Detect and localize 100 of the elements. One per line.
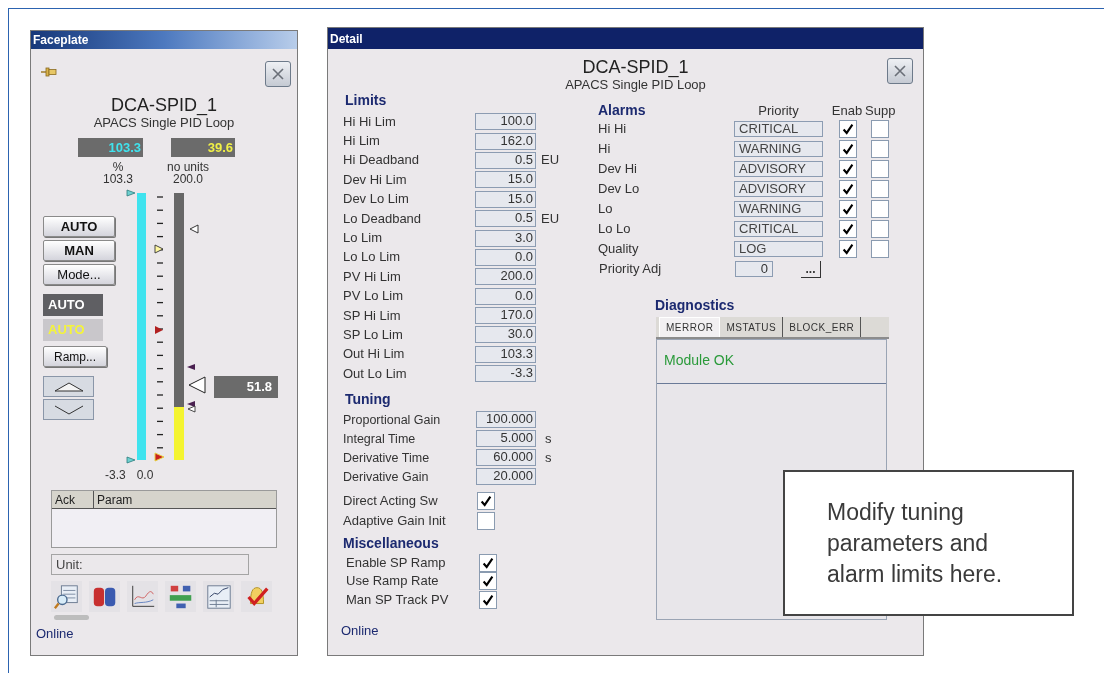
ramp-button[interactable]: Ramp... <box>43 346 107 367</box>
value-field[interactable]: 0.0 <box>475 248 536 266</box>
checkbox[interactable] <box>479 553 497 572</box>
priority-field[interactable]: ADVISORY <box>734 181 823 197</box>
checkbox[interactable] <box>479 590 497 609</box>
value-field[interactable]: 5.000 <box>476 430 536 448</box>
checkbox[interactable] <box>871 220 889 238</box>
mode-button[interactable]: MAN <box>43 240 115 261</box>
scale-min: -3.3 <box>105 468 126 482</box>
value-field[interactable]: 200.0 <box>475 268 536 286</box>
value-field[interactable]: 15.0 <box>475 190 536 208</box>
section-heading: Miscellaneous <box>343 534 440 553</box>
value-field[interactable]: 103.3 <box>475 345 536 363</box>
status-text: Online <box>36 626 75 642</box>
checkbox[interactable] <box>839 200 857 218</box>
column-header[interactable]: Ack <box>52 491 94 508</box>
checkbox[interactable] <box>871 240 889 258</box>
checkbox[interactable] <box>479 572 497 591</box>
checkbox[interactable] <box>839 120 857 138</box>
checkbox[interactable] <box>839 180 857 198</box>
value-field[interactable]: 170.0 <box>475 307 536 325</box>
units-label: % <box>112 161 124 173</box>
field-label: Hi <box>598 140 612 159</box>
checkbox[interactable] <box>839 160 857 178</box>
priority-field[interactable]: WARNING <box>734 141 823 157</box>
field-label: Dev Lo Lim <box>343 191 410 208</box>
tanks-icon[interactable] <box>89 581 120 612</box>
close-icon <box>270 66 286 82</box>
field-label: Lo Lo Lim <box>343 249 402 266</box>
value-field[interactable]: 30.0 <box>475 326 536 344</box>
value-field[interactable]: 3.0 <box>475 229 536 247</box>
field-label: Out Hi Lim <box>343 346 406 363</box>
scrollbar-thumb[interactable] <box>54 615 89 620</box>
checkbox[interactable] <box>871 140 889 158</box>
mode-button[interactable]: AUTO <box>43 216 115 237</box>
callout-text: Modify tuning parameters and alarm limits here. <box>827 497 1004 589</box>
checkbox[interactable] <box>871 200 889 218</box>
priority-field[interactable]: ADVISORY <box>734 161 823 177</box>
checkbox[interactable] <box>839 240 857 258</box>
field-label: Quality <box>598 240 640 259</box>
value-field[interactable]: -3.3 <box>475 365 536 383</box>
tab[interactable]: MERROR <box>659 317 721 337</box>
value-field[interactable]: 100.0 <box>475 113 536 131</box>
tag-name: DCA-SPID_1 <box>110 95 218 115</box>
field-label: SP Hi Lim <box>343 307 402 324</box>
checkbox[interactable] <box>871 180 889 198</box>
value-field[interactable]: 15.0 <box>475 171 536 189</box>
raise-button[interactable] <box>43 376 94 397</box>
lower-button[interactable] <box>43 399 94 420</box>
scale-max: 200.0 <box>173 173 203 185</box>
pin-icon[interactable] <box>41 67 57 77</box>
field-label: Hi Hi Lim <box>343 113 397 130</box>
setpoint-value: 51.8 <box>214 376 278 398</box>
value-field[interactable]: 0 <box>735 261 773 277</box>
bell-check-icon[interactable] <box>241 581 272 612</box>
column-header: Enab <box>830 103 864 119</box>
column-header[interactable]: Param <box>94 491 276 508</box>
value-field[interactable]: 162.0 <box>475 132 536 150</box>
value-field[interactable]: 0.5 <box>475 151 536 169</box>
browse-button[interactable]: ... <box>801 260 821 278</box>
value-field[interactable]: 100.000 <box>476 411 536 429</box>
field-label: Direct Acting Sw <box>343 492 439 511</box>
close-button[interactable] <box>265 61 291 87</box>
field-label: Priority Adj <box>598 260 663 279</box>
checkbox[interactable] <box>839 220 857 238</box>
unit-label: EU <box>541 152 560 169</box>
field-label: Dev Hi <box>598 160 638 179</box>
priority-field[interactable]: LOG <box>734 241 823 257</box>
chart-table-icon[interactable] <box>203 581 234 612</box>
field-label: Dev Hi Lim <box>343 171 408 188</box>
checkbox[interactable] <box>871 120 889 138</box>
value-field[interactable]: 20.000 <box>476 468 536 486</box>
priority-field[interactable]: CRITICAL <box>734 221 823 237</box>
value-field[interactable]: 0.0 <box>475 287 536 305</box>
value-field[interactable]: 60.000 <box>476 449 536 467</box>
priority-field[interactable]: CRITICAL <box>734 121 823 137</box>
section-heading: Tuning <box>345 390 392 409</box>
unit-label: EU <box>541 210 560 227</box>
field-label: Man SP Track PV <box>345 590 450 609</box>
down-chevron-icon <box>53 404 84 415</box>
checkbox[interactable] <box>477 511 495 530</box>
description: APACS Single PID Loop <box>92 115 236 131</box>
value-field[interactable]: 0.5 <box>475 210 536 228</box>
unit-label: s <box>545 449 552 466</box>
section-heading: Diagnostics <box>655 296 736 314</box>
unit-field: Unit: <box>51 554 249 575</box>
column-header: Supp <box>865 103 897 119</box>
priority-field[interactable]: WARNING <box>734 201 823 217</box>
column-header: Priority <box>757 103 800 119</box>
close-button[interactable] <box>887 58 913 84</box>
checkbox[interactable] <box>871 160 889 178</box>
block-diagram-icon[interactable] <box>165 581 196 612</box>
report-search-icon[interactable] <box>51 581 82 612</box>
checkbox[interactable] <box>477 492 495 511</box>
field-label: Hi Deadband <box>343 152 420 169</box>
checkbox[interactable] <box>839 140 857 158</box>
mode-button[interactable]: Mode... <box>43 264 115 285</box>
field-label: Dev Lo <box>598 180 641 199</box>
trend-chart-icon[interactable] <box>127 581 158 612</box>
output-value: 103.3 <box>78 138 143 157</box>
